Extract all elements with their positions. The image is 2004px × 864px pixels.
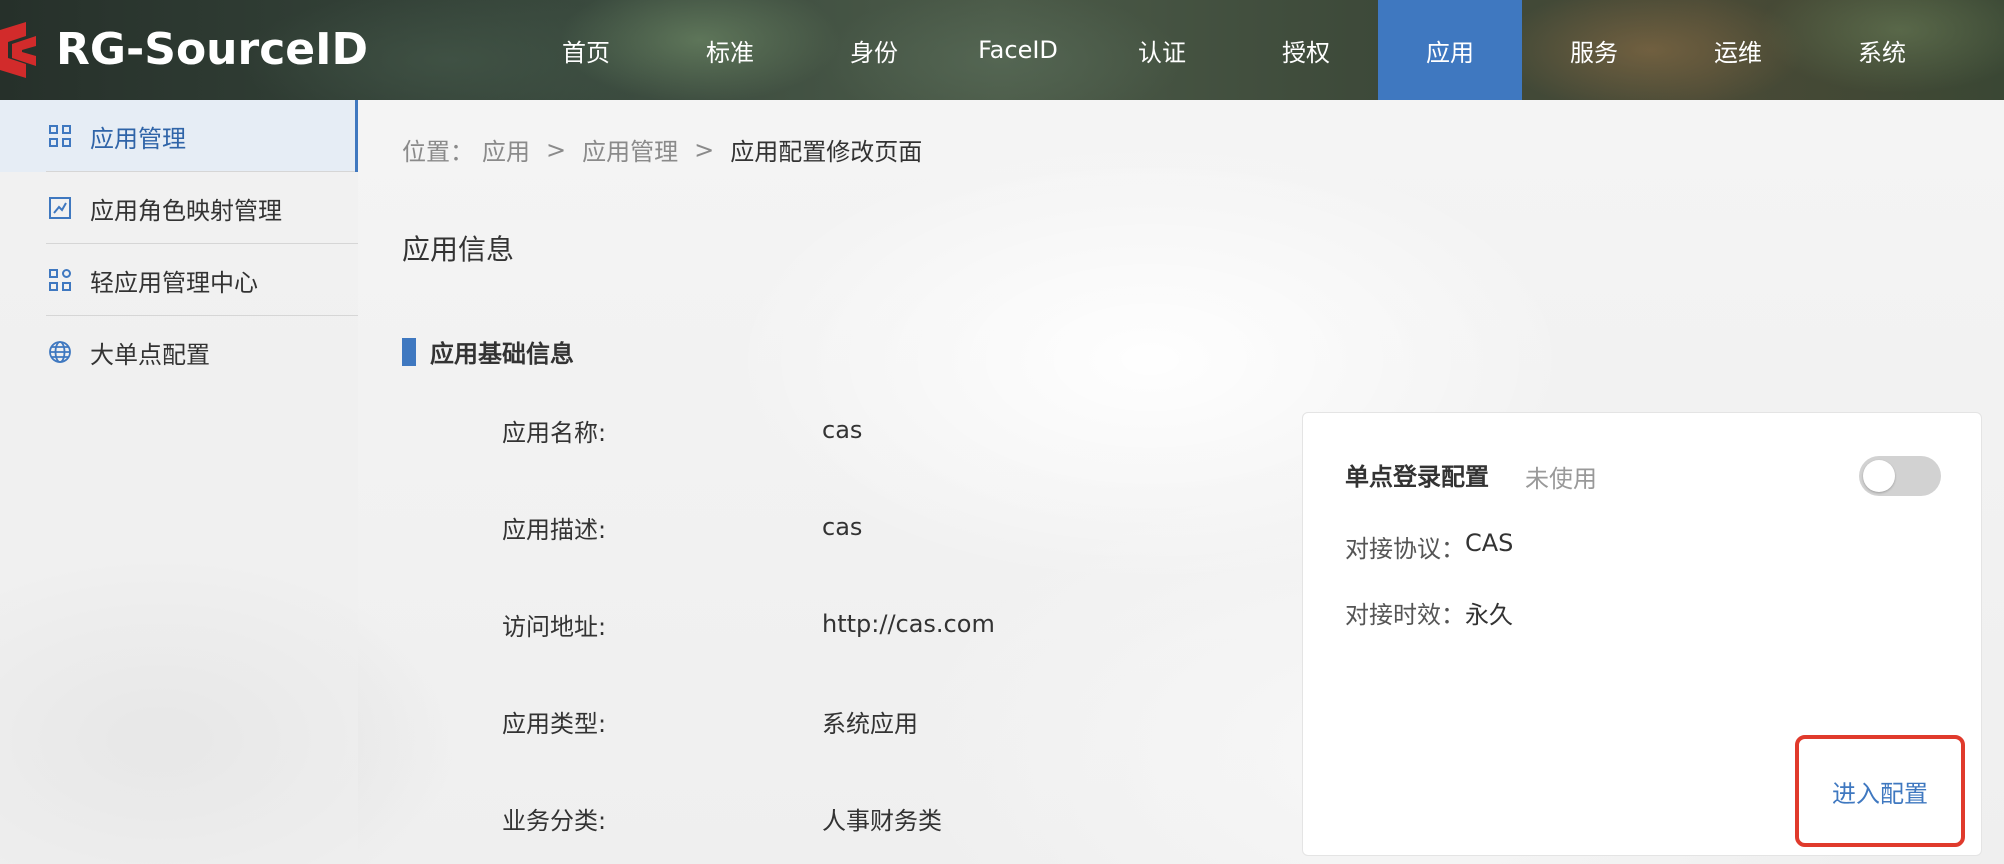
nav-item-authorization[interactable]: 授权 [1234,0,1378,100]
breadcrumb-prefix: 位置： [402,138,474,166]
enter-config-label: 进入配置 [1832,779,1928,808]
protocol-label: 对接协议： [1345,535,1465,563]
sso-toggle-switch[interactable] [1859,456,1941,496]
main-nav: 首页 标准 身份 FaceID 认证 授权 应用 服务 运维 系统 [514,0,1954,100]
sso-status-label: 未使用 [1525,465,1597,493]
nav-item-services[interactable]: 服务 [1522,0,1666,100]
field-row-app-description: 应用描述: cas [502,507,1202,547]
nav-item-label: 标准 [706,38,754,67]
top-navbar: RG-SourceID 首页 标准 身份 FaceID 认证 授权 应用 服务 … [0,0,2004,100]
breadcrumb-separator: > [546,135,567,164]
field-row-app-type: 应用类型: 系统应用 [502,701,1202,741]
field-row-app-name: 应用名称: cas [502,410,1202,450]
field-value: cas [822,416,863,444]
protocol-line: 对接协议： CAS [1345,529,1513,564]
subsection-title: 应用基础信息 [430,340,574,368]
nav-item-identity[interactable]: 身份 [802,0,946,100]
sidebar-item-label: 大单点配置 [90,340,210,369]
nav-item-system[interactable]: 系统 [1810,0,1954,100]
nav-item-label: FaceID [978,36,1058,64]
breadcrumb: 位置： 应用 > 应用管理 > 应用配置修改页面 [402,132,922,167]
breadcrumb-link-app-management[interactable]: 应用管理 [582,132,678,167]
nav-item-label: 认证 [1138,38,1186,67]
sidebar-item-label: 应用管理 [90,124,186,153]
nav-item-label: 服务 [1570,38,1618,67]
subsection-accent-bar [402,337,416,366]
validity-line: 对接时效： 永久 [1345,595,1513,630]
breadcrumb-link-apps[interactable]: 应用 [482,132,530,167]
field-value: 系统应用 [822,709,918,738]
nav-item-label: 身份 [850,38,898,67]
nav-item-applications[interactable]: 应用 [1378,0,1522,100]
field-label: 应用名称: [502,418,607,447]
subsection-header: 应用基础信息 [402,334,574,369]
field-value: http://cas.com [822,610,995,638]
chart-box-icon [48,196,72,220]
logo-text: RG-SourceID [56,24,369,75]
grid-icon [48,124,72,148]
nav-item-label: 授权 [1282,38,1330,67]
nav-item-authentication[interactable]: 认证 [1090,0,1234,100]
sidebar-item-role-mapping[interactable]: 应用角色映射管理 [0,172,358,244]
field-value: cas [822,513,863,541]
breadcrumb-separator: > [694,135,715,164]
globe-icon [48,340,72,364]
validity-label: 对接时效： [1345,601,1465,629]
field-row-business-category: 业务分类: 人事财务类 [502,798,1202,838]
nav-item-label: 应用 [1426,38,1474,67]
breadcrumb-current: 应用配置修改页面 [730,138,923,166]
sidebar-item-sso-config[interactable]: 大单点配置 [0,316,358,388]
sidebar-item-app-management[interactable]: 应用管理 [0,100,358,172]
apps-icon [48,268,72,292]
nav-item-standard[interactable]: 标准 [658,0,802,100]
section-title: 应用信息 [402,233,515,266]
field-label: 访问地址: [502,612,607,641]
toggle-knob [1863,460,1895,492]
validity-value: 永久 [1465,601,1513,629]
nav-item-label: 首页 [562,38,610,67]
nav-item-home[interactable]: 首页 [514,0,658,100]
field-value: 人事财务类 [822,806,942,835]
field-label: 应用描述: [502,515,607,544]
sidebar-item-label: 应用角色映射管理 [90,196,282,225]
nav-item-operations[interactable]: 运维 [1666,0,1810,100]
field-row-access-url: 访问地址: http://cas.com [502,604,1202,644]
sso-card-title: 单点登录配置 [1345,463,1489,491]
field-label: 业务分类: [502,806,607,835]
sidebar-item-label: 轻应用管理中心 [90,268,258,297]
logo-icon [0,22,44,78]
nav-item-label: 运维 [1714,38,1762,67]
nav-item-faceid[interactable]: FaceID [946,0,1090,100]
logo[interactable]: RG-SourceID [0,22,368,78]
enter-config-button[interactable]: 进入配置 [1795,735,1965,847]
sidebar: 应用管理 应用角色映射管理 轻应用管理中心 大单点配置 [0,100,358,864]
sidebar-item-light-apps[interactable]: 轻应用管理中心 [0,244,358,316]
field-label: 应用类型: [502,709,607,738]
nav-item-label: 系统 [1858,38,1906,67]
protocol-value: CAS [1465,529,1514,557]
sso-config-card: 单点登录配置 未使用 对接协议： CAS 对接时效： 永久 进入配置 [1302,412,1982,856]
